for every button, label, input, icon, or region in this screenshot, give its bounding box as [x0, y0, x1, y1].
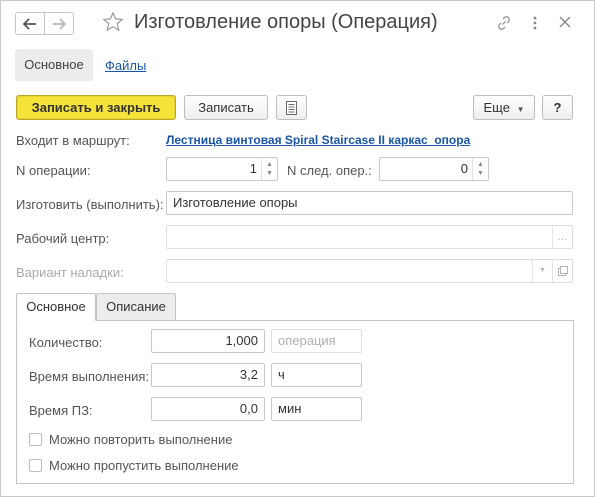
op-number-value: 1: [249, 161, 257, 176]
more-vertical-icon[interactable]: [532, 15, 538, 31]
star-icon[interactable]: [102, 11, 124, 33]
next-op-value: 0: [460, 161, 468, 176]
work-center-input[interactable]: …: [166, 225, 573, 249]
next-op-stepper[interactable]: ▲ ▼: [472, 158, 488, 180]
exec-time-input[interactable]: 3,2: [151, 363, 265, 387]
more-label: Еще: [483, 100, 510, 115]
link-icon[interactable]: [496, 15, 512, 31]
tab-description[interactable]: Описание: [96, 293, 176, 321]
repeat-label: Можно повторить выполнение: [49, 432, 233, 447]
setup-variant-label: Вариант наладки:: [16, 265, 124, 280]
arrow-right-icon: [53, 17, 66, 30]
list-button[interactable]: [276, 95, 307, 120]
form-window: Изготовление опоры (Операция) Основное Ф…: [0, 0, 595, 497]
pz-time-label: Время ПЗ:: [29, 403, 93, 418]
more-button[interactable]: Еще ▼: [473, 95, 535, 120]
ellipsis-icon[interactable]: …: [552, 226, 572, 248]
pz-time-input[interactable]: 0,0: [151, 397, 265, 421]
save-button[interactable]: Записать: [184, 95, 268, 120]
close-icon[interactable]: [559, 16, 571, 28]
exec-time-unit-input[interactable]: ч: [271, 363, 362, 387]
list-icon: [286, 100, 297, 115]
help-button[interactable]: ?: [542, 95, 573, 120]
exec-time-label: Время выполнения:: [29, 369, 150, 384]
repeat-checkbox[interactable]: [29, 433, 42, 446]
pagetab-main[interactable]: Основное: [15, 49, 93, 81]
op-number-label: N операции:: [16, 163, 91, 178]
manufacture-label: Изготовить (выполнить):: [16, 197, 164, 212]
route-link[interactable]: Лестница винтовая Spiral Staircase II ка…: [166, 133, 470, 147]
quantity-input[interactable]: 1,000: [151, 329, 265, 353]
op-number-stepper[interactable]: ▲ ▼: [261, 158, 277, 180]
next-op-input[interactable]: 0 ▲ ▼: [379, 157, 489, 181]
skip-checkbox[interactable]: [29, 459, 42, 472]
quantity-unit-input[interactable]: операция: [271, 329, 362, 353]
work-center-label: Рабочий центр:: [16, 231, 110, 246]
setup-variant-input[interactable]: ▼: [166, 259, 573, 283]
route-label: Входит в маршрут:: [16, 133, 130, 148]
quantity-label: Количество:: [29, 335, 103, 350]
chevron-down-icon: ▼: [516, 105, 525, 114]
forward-button[interactable]: [44, 12, 74, 35]
chevron-down-icon[interactable]: ▼: [532, 260, 552, 282]
open-icon[interactable]: [552, 260, 572, 282]
op-number-input[interactable]: 1 ▲ ▼: [166, 157, 278, 181]
pagetab-files[interactable]: Файлы: [105, 58, 146, 73]
next-op-label: N след. опер.:: [287, 163, 372, 178]
back-button[interactable]: [15, 12, 45, 35]
save-close-button[interactable]: Записать и закрыть: [16, 95, 176, 120]
window-title: Изготовление опоры (Операция): [134, 11, 438, 33]
manufacture-input[interactable]: Изготовление опоры: [166, 191, 573, 215]
tab-main[interactable]: Основное: [16, 293, 96, 321]
pz-time-unit-input[interactable]: мин: [271, 397, 362, 421]
skip-label: Можно пропустить выполнение: [49, 458, 239, 473]
arrow-left-icon: [23, 17, 36, 30]
